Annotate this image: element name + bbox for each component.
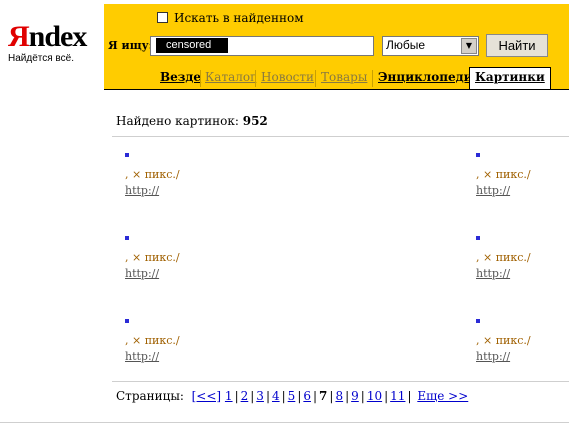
tab-images[interactable]: Картинки [469, 67, 551, 89]
result-thumbnail[interactable] [125, 153, 129, 157]
result-size: , × пикс./ [476, 251, 531, 264]
pagination-prev[interactable]: [<<] [192, 389, 221, 403]
page-separator: | [384, 389, 389, 403]
page-link-3[interactable]: 3 [256, 389, 264, 403]
page-link-2[interactable]: 2 [241, 389, 249, 403]
page-link-11[interactable]: 11 [390, 389, 405, 403]
result-thumbnail[interactable] [476, 153, 480, 157]
page-separator: | [265, 389, 270, 403]
results-count: Найдено картинок: 952 [116, 114, 268, 128]
find-button[interactable]: Найти [486, 34, 548, 57]
page-link-9[interactable]: 9 [351, 389, 359, 403]
logo-slogan: Найдётся всё. [8, 53, 74, 64]
search-input-value: censored [156, 38, 228, 53]
result-url[interactable]: http:// [476, 350, 510, 363]
page-separator: | [329, 389, 334, 403]
page-link-5[interactable]: 5 [288, 389, 296, 403]
logo-wordmark: Яndex [8, 22, 88, 52]
result-thumbnail[interactable] [476, 319, 480, 323]
result-size: , × пикс./ [476, 168, 531, 181]
search-within-checkbox[interactable] [157, 12, 168, 23]
type-select-value: Любые [386, 38, 426, 52]
chevron-down-icon[interactable]: ▼ [461, 38, 477, 54]
page-separator: | [234, 389, 239, 403]
result-url[interactable]: http:// [476, 267, 510, 280]
pagination-label: Страницы: [116, 389, 184, 403]
search-within-label: Искать в найденном [174, 11, 304, 25]
result-url[interactable]: http:// [125, 350, 159, 363]
results-divider [112, 136, 569, 137]
result-thumbnail[interactable] [125, 236, 129, 240]
results-count-value: 952 [242, 114, 268, 128]
logo-ya: Я [8, 20, 30, 53]
tab-everywhere[interactable]: Везде [155, 68, 206, 89]
footer-divider [0, 422, 569, 423]
page-link-6[interactable]: 6 [303, 389, 311, 403]
logo-ndex: ndex [28, 20, 88, 53]
page-link-8[interactable]: 8 [335, 389, 343, 403]
tab-news[interactable]: Новости [256, 68, 319, 89]
page-separator: | [250, 389, 255, 403]
page-separator: | [313, 389, 318, 403]
tab-goods[interactable]: Товары [316, 68, 372, 89]
page-link-10[interactable]: 10 [367, 389, 382, 403]
page-link-4[interactable]: 4 [272, 389, 280, 403]
result-thumbnail[interactable] [476, 236, 480, 240]
page-separator: | [345, 389, 350, 403]
search-label: Я ищу: [108, 39, 153, 52]
yandex-logo[interactable]: Яndex Найдётся всё. [8, 22, 88, 65]
page-separator: | [281, 389, 286, 403]
panel-divider [104, 89, 569, 90]
result-url[interactable]: http:// [476, 184, 510, 197]
result-size: , × пикс./ [476, 334, 531, 347]
pagination: Страницы: [<<] 1 | 2 | 3 | 4 | 5 | 6 | 7 | 8 | 9 | 10 | 11 | … [116, 389, 468, 403]
pagination-next[interactable]: Еще >> [417, 389, 468, 403]
result-size: , × пикс./ [125, 251, 180, 264]
page-current: 7 [319, 389, 328, 403]
result-url[interactable]: http:// [125, 184, 159, 197]
page-link-1[interactable]: 1 [225, 389, 233, 403]
result-thumbnail[interactable] [125, 319, 129, 323]
page-separator: | [297, 389, 302, 403]
page-separator: | [407, 389, 412, 403]
result-url[interactable]: http:// [125, 267, 159, 280]
page-separator: | [360, 389, 365, 403]
result-size: , × пикс./ [125, 334, 180, 347]
tab-catalog[interactable]: Каталог [200, 68, 261, 89]
results-count-label: Найдено картинок: [116, 114, 239, 128]
pager-divider [112, 381, 569, 382]
result-size: , × пикс./ [125, 168, 180, 181]
